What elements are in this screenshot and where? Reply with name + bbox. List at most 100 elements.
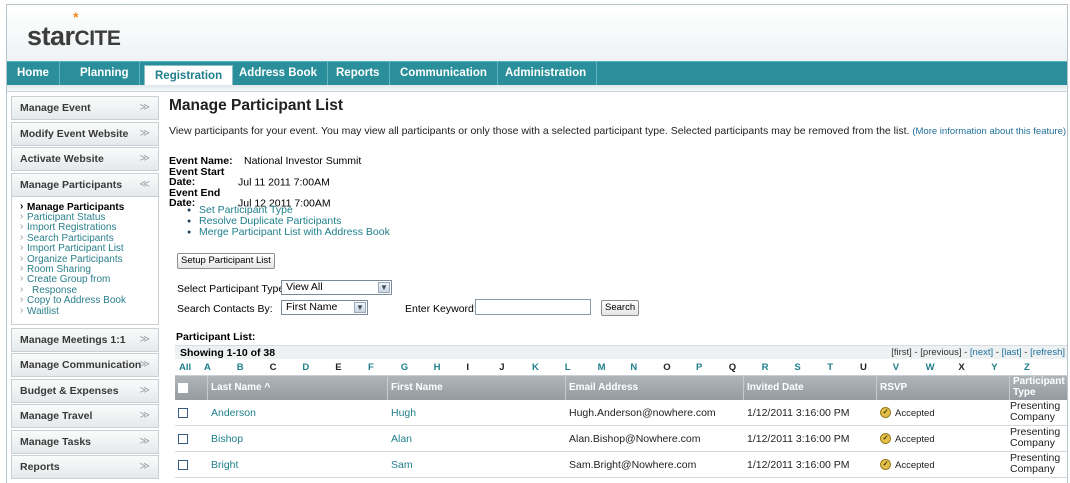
column-email[interactable]: Email Address xyxy=(565,376,743,400)
sidebar-item-manage-tasks[interactable]: Manage Tasks ≫ xyxy=(11,429,159,454)
alpha-filter-b[interactable]: B xyxy=(237,362,244,373)
first-name-link[interactable]: Alan xyxy=(387,426,412,452)
alpha-filter-y[interactable]: Y xyxy=(991,362,997,373)
sidebar-item-modify-event-website[interactable]: Modify Event Website ≫ xyxy=(11,121,159,146)
alpha-filter-p[interactable]: P xyxy=(696,362,702,373)
last-name-link[interactable]: Anderson xyxy=(207,400,256,426)
nav-address-book[interactable]: Address Book xyxy=(229,62,328,86)
last-name-link[interactable]: Bright xyxy=(207,452,238,478)
pager-sep: - xyxy=(911,347,921,358)
sidebar-item-manage-meetings[interactable]: Manage Meetings 1:1 ≫ xyxy=(11,327,159,352)
rsvp-accepted-icon: ✓ xyxy=(880,458,891,470)
nav-reports[interactable]: Reports xyxy=(326,62,391,86)
rsvp-accepted-icon: ✓ xyxy=(880,406,891,418)
column-rsvp[interactable]: RSVP xyxy=(876,376,1009,400)
column-invited-date[interactable]: Invited Date xyxy=(743,376,876,400)
table-row: Bright Sam Sam.Bright@Nowhere.com 1/12/2… xyxy=(175,452,1067,478)
search-button[interactable]: Search xyxy=(601,300,640,316)
sidebar-item-label: Manage Communication xyxy=(20,359,142,372)
chevron-down-icon: ≫ xyxy=(139,435,150,447)
alpha-filter-h[interactable]: H xyxy=(434,362,441,373)
alpha-filter-r[interactable]: R xyxy=(762,362,769,373)
alpha-filter-s[interactable]: S xyxy=(794,362,800,373)
page-description: View participants for your event. You ma… xyxy=(169,125,1067,137)
sidebar-item-manage-travel[interactable]: Manage Travel ≫ xyxy=(11,404,159,429)
chevron-down-icon: ≫ xyxy=(139,359,150,371)
starcite-logo[interactable]: starCITE * xyxy=(27,9,121,52)
sidebar-item-label: Budget & Expenses xyxy=(20,384,119,397)
pager-sep: - xyxy=(993,347,1002,358)
search-by-select[interactable]: First Name ▼ xyxy=(281,300,368,315)
pager-first: [first] xyxy=(891,347,912,358)
rsvp-status: Accepted xyxy=(895,434,935,445)
sidebar-item-manage-communication[interactable]: Manage Communication ≫ xyxy=(11,353,159,378)
keyword-label: Enter Keyword: xyxy=(405,303,477,315)
alpha-filter-a[interactable]: A xyxy=(204,362,211,373)
select-all-checkbox[interactable] xyxy=(178,383,188,393)
rsvp-cell: ✓ Accepted xyxy=(876,400,935,426)
sidebar-item-label: Manage Meetings 1:1 xyxy=(20,333,126,346)
alpha-filter-d[interactable]: D xyxy=(302,362,309,373)
first-name-link[interactable]: Sam xyxy=(387,452,413,478)
chevron-down-icon: ≫ xyxy=(139,384,150,396)
chevron-down-icon: ≫ xyxy=(139,127,150,139)
alpha-filter-i: I xyxy=(466,362,470,373)
alpha-filter-f[interactable]: F xyxy=(368,362,374,373)
chevron-down-icon: ≫ xyxy=(139,102,150,113)
participant-type-select[interactable]: View All ▼ xyxy=(281,280,392,295)
chevron-down-icon: ▼ xyxy=(354,302,366,313)
alpha-filter-t[interactable]: T xyxy=(827,362,833,373)
event-info: Event Name: National Investor Summit Even… xyxy=(169,156,361,209)
pager-last-link[interactable]: [last] xyxy=(1002,347,1022,358)
alpha-filter-l[interactable]: L xyxy=(565,362,571,373)
row-checkbox[interactable] xyxy=(178,408,188,418)
sidebar-sublink-waitlist[interactable]: Waitlist xyxy=(20,306,154,317)
alpha-filter-g[interactable]: G xyxy=(401,362,408,373)
alpha-filter-m[interactable]: M xyxy=(598,362,606,373)
invited-date-cell: 1/12/2011 3:16:00 PM xyxy=(747,459,850,471)
nav-administration[interactable]: Administration xyxy=(495,62,598,86)
alpha-filter-e: E xyxy=(335,362,342,373)
alpha-filter-v[interactable]: V xyxy=(893,362,899,373)
chevron-up-icon: ≪ xyxy=(139,178,150,190)
sidebar-item-budget-expenses[interactable]: Budget & Expenses ≫ xyxy=(11,378,159,403)
merge-address-book-link[interactable]: Merge Participant List with Address Book xyxy=(187,227,390,239)
page-title: Manage Participant List xyxy=(169,97,343,114)
alpha-filter-w[interactable]: W xyxy=(926,362,935,373)
column-participant-type[interactable]: Participant Type xyxy=(1009,376,1067,400)
sidebar-item-label: Activate Website xyxy=(20,153,104,165)
sidebar-sublink-import-participant-list[interactable]: Import Participant List xyxy=(20,243,154,254)
alpha-filter-k[interactable]: K xyxy=(532,362,539,373)
alpha-filter-z[interactable]: Z xyxy=(1024,362,1030,373)
sidebar-item-reports[interactable]: Reports ≫ xyxy=(11,455,159,480)
rsvp-status: Accepted xyxy=(895,408,935,419)
logo-text-cite: CITE xyxy=(74,27,121,50)
nav-home[interactable]: Home xyxy=(7,62,60,86)
sidebar-item-manage-participants[interactable]: Manage Participants ≪ xyxy=(11,172,159,197)
rsvp-accepted-icon: ✓ xyxy=(880,432,891,444)
first-name-link[interactable]: Hugh xyxy=(387,400,416,426)
chevron-down-icon: ≫ xyxy=(139,410,150,422)
last-name-link[interactable]: Bishop xyxy=(207,426,243,452)
setup-participant-list-button[interactable]: Setup Participant List xyxy=(177,253,275,269)
more-info-link[interactable]: (More information about this feature) xyxy=(912,126,1066,137)
alpha-filter-n[interactable]: N xyxy=(630,362,637,373)
pager-next-link[interactable]: [next] xyxy=(970,347,993,358)
nav-planning[interactable]: Planning xyxy=(70,62,140,86)
pager-refresh-link[interactable]: [refresh] xyxy=(1030,347,1065,358)
sidebar-item-manage-event[interactable]: Manage Event ≫ xyxy=(11,96,159,120)
sidebar-sublink-copy-to-address-book[interactable]: Copy to Address Book xyxy=(20,295,154,306)
table-header: Last Name ^ First Name Email Address Inv… xyxy=(175,376,1067,400)
keyword-input[interactable] xyxy=(475,299,591,315)
nav-communication[interactable]: Communication xyxy=(390,62,498,86)
column-last-name[interactable]: Last Name ^ xyxy=(207,376,387,400)
alpha-filter-all[interactable]: All xyxy=(179,362,191,373)
sidebar-item-activate-website[interactable]: Activate Website ≫ xyxy=(11,147,159,171)
grid-status-row: Showing 1-10 of 38 [first] - [previous] … xyxy=(175,345,1067,359)
alpha-filter-q: Q xyxy=(728,362,737,373)
row-checkbox[interactable] xyxy=(178,434,188,444)
search-by-value: First Name xyxy=(286,301,338,313)
column-first-name[interactable]: First Name xyxy=(387,376,565,400)
invited-date-cell: 1/12/2011 3:16:00 PM xyxy=(747,433,850,445)
row-checkbox[interactable] xyxy=(178,460,188,470)
